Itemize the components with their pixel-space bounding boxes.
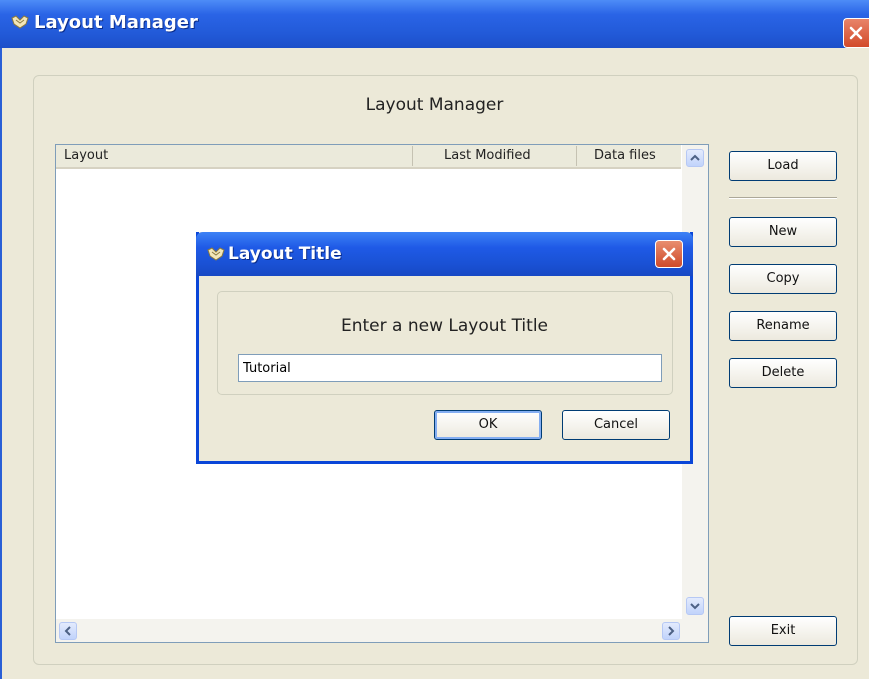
column-header-data-files[interactable]: Data files	[594, 148, 656, 163]
layout-title-dialog: Layout Title Enter a new Layout Title OK…	[196, 232, 693, 464]
close-icon	[662, 247, 676, 261]
window-titlebar: Layout Manager	[0, 0, 869, 48]
dialog-close-button[interactable]	[655, 240, 683, 268]
scroll-down-button[interactable]	[686, 597, 704, 615]
horizontal-scrollbar[interactable]	[56, 619, 708, 642]
copy-button[interactable]: Copy	[729, 264, 837, 294]
chevron-left-icon	[64, 626, 71, 636]
close-icon	[849, 26, 863, 40]
column-header-layout[interactable]: Layout	[64, 148, 108, 163]
delete-button[interactable]: Delete	[729, 358, 837, 388]
scroll-left-button[interactable]	[59, 622, 77, 640]
page-title: Layout Manager	[365, 95, 504, 115]
chevron-up-icon	[690, 154, 700, 161]
window-title: Layout Manager	[34, 12, 198, 33]
list-header: Layout Last Modified Data files	[56, 145, 681, 169]
column-divider[interactable]	[412, 146, 413, 166]
ok-button[interactable]: OK	[434, 410, 542, 440]
button-divider	[729, 197, 837, 199]
rename-button[interactable]: Rename	[729, 311, 837, 341]
cancel-button[interactable]: Cancel	[562, 410, 670, 440]
column-divider[interactable]	[576, 146, 577, 166]
scroll-right-button[interactable]	[662, 622, 680, 640]
app-logo-icon	[207, 247, 225, 261]
app-logo-icon	[11, 15, 29, 29]
dialog-prompt: Enter a new Layout Title	[340, 316, 549, 336]
scroll-up-button[interactable]	[686, 149, 704, 167]
dialog-titlebar: Layout Title	[196, 232, 693, 276]
dialog-title: Layout Title	[228, 244, 342, 264]
exit-button[interactable]: Exit	[729, 616, 837, 646]
chevron-down-icon	[690, 603, 700, 610]
layout-title-input[interactable]	[238, 354, 662, 382]
chevron-right-icon	[668, 626, 675, 636]
new-button[interactable]: New	[729, 217, 837, 247]
column-header-last-modified[interactable]: Last Modified	[444, 148, 531, 163]
load-button[interactable]: Load	[729, 151, 837, 181]
window-close-button[interactable]	[843, 18, 869, 48]
